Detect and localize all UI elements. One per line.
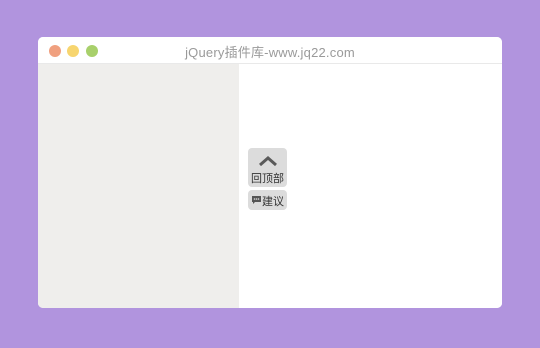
back-to-top-button[interactable]: 回顶部 [248, 148, 287, 187]
suggestion-button[interactable]: 建议 [248, 190, 287, 210]
title-bar: jQuery插件库-www.jq22.com [38, 37, 502, 64]
chevron-up-icon [258, 155, 278, 167]
browser-window: jQuery插件库-www.jq22.com 回顶部 建议 [38, 37, 502, 308]
message-icon [251, 195, 262, 205]
window-title: jQuery插件库-www.jq22.com [185, 45, 355, 60]
left-pane [38, 64, 239, 308]
suggestion-label: 建议 [262, 196, 284, 208]
back-to-top-label: 回顶部 [251, 173, 284, 185]
